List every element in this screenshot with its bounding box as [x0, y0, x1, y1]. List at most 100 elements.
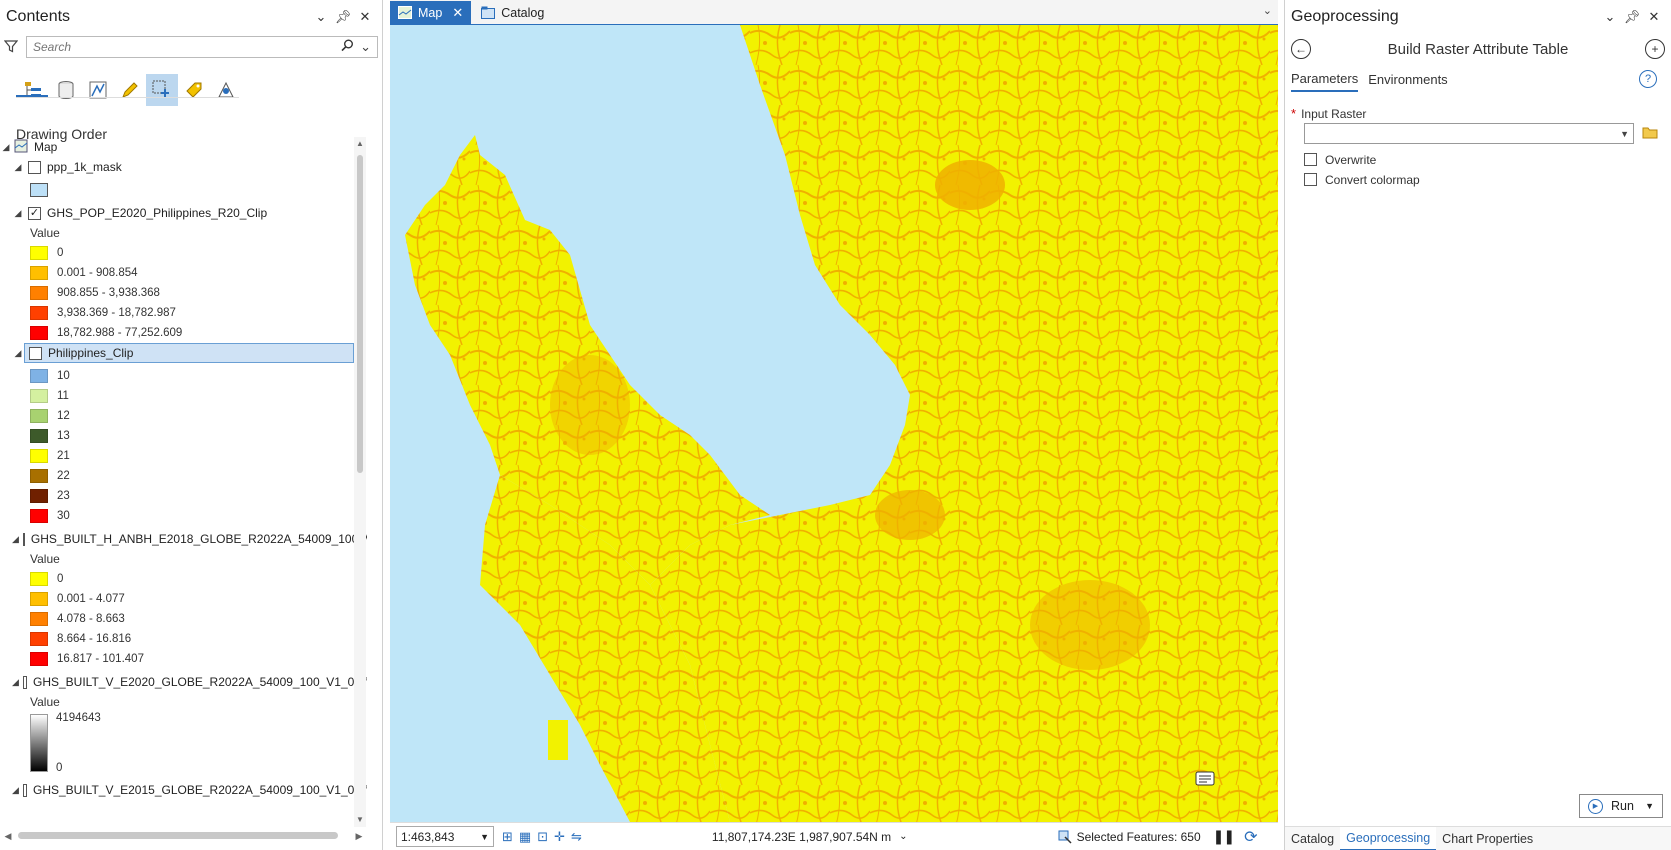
scroll-down-icon[interactable]: ▼: [354, 813, 366, 827]
back-arrow-icon[interactable]: ←: [1291, 39, 1311, 59]
chevron-down-icon: ▼: [480, 831, 489, 842]
list-by-editing-button[interactable]: [114, 74, 146, 106]
crosshair-icon[interactable]: ✛: [554, 829, 565, 845]
legend-swatch: [30, 509, 48, 523]
close-icon[interactable]: ✕: [354, 9, 376, 25]
list-by-selection-button[interactable]: [82, 74, 114, 106]
convert-colormap-checkbox[interactable]: [1304, 173, 1317, 186]
convert-colormap-option[interactable]: Convert colormap: [1285, 172, 1671, 187]
grid-icon[interactable]: ▦: [519, 829, 531, 845]
search-options-chevron-icon[interactable]: ⌄: [360, 39, 371, 55]
layer-visibility-checkbox[interactable]: [28, 160, 41, 174]
legend-swatch: [30, 409, 48, 423]
tab-catalog-pane[interactable]: Catalog: [1285, 827, 1340, 850]
layer-row[interactable]: ◢ GHS_BUILT_V_E2020_GLOBE_R2022A_54009_1…: [0, 672, 367, 692]
search-input[interactable]: [33, 40, 336, 54]
legend-label: 8.664 - 16.816: [57, 633, 132, 645]
pin-icon[interactable]: 📌︎: [1621, 9, 1643, 25]
pin-icon[interactable]: 📌︎: [332, 9, 354, 25]
list-by-perspective-imagery-button[interactable]: [210, 74, 242, 106]
selection-icon: [1058, 830, 1072, 844]
pause-drawing-icon[interactable]: ❚❚: [1213, 828, 1235, 845]
tab-parameters[interactable]: Parameters: [1291, 67, 1359, 92]
search-icon[interactable]: [341, 39, 354, 55]
collapse-triangle-icon[interactable]: ◢: [12, 677, 19, 688]
pane-options-icon[interactable]: ⌄: [1599, 9, 1621, 25]
tab-map[interactable]: Map ✕: [390, 1, 472, 24]
browse-folder-icon[interactable]: [1642, 126, 1658, 142]
run-button[interactable]: ▶ Run ▼: [1579, 794, 1663, 818]
legend-swatch: [30, 489, 48, 503]
input-raster-dropdown[interactable]: ▼: [1304, 123, 1634, 144]
scroll-thumb[interactable]: [357, 155, 363, 473]
list-by-labeling-button[interactable]: [178, 74, 210, 106]
map-canvas[interactable]: [390, 25, 1278, 822]
close-icon[interactable]: ✕: [1643, 9, 1665, 25]
run-label: Run: [1611, 799, 1634, 813]
navigator-icon[interactable]: ⊞: [502, 829, 513, 845]
tab-overflow-chevron-icon[interactable]: ⌄: [1263, 4, 1272, 17]
layer-row[interactable]: ◢ ✓ GHS_POP_E2020_Philippines_R20_Clip: [0, 203, 367, 223]
collapse-triangle-icon[interactable]: ◢: [12, 534, 19, 545]
collapse-triangle-icon[interactable]: ◢: [12, 162, 24, 173]
scroll-thumb[interactable]: [18, 832, 338, 839]
tool-tabs: Parameters Environments ?: [1285, 66, 1671, 92]
layer-visibility-checkbox[interactable]: [22, 675, 27, 689]
collapse-triangle-icon[interactable]: ◢: [12, 785, 19, 796]
input-raster-label: Input Raster: [1301, 106, 1367, 121]
flip-icon[interactable]: ⇋: [571, 829, 582, 845]
scroll-left-icon[interactable]: ◀: [0, 831, 16, 842]
pane-bottom-tabs: Catalog Geoprocessing Chart Properties: [1285, 826, 1671, 850]
layer-visibility-checkbox[interactable]: [29, 346, 42, 360]
contents-vertical-scrollbar[interactable]: ▲ ▼: [354, 137, 366, 827]
legend-swatch: [30, 449, 48, 463]
selected-features-indicator[interactable]: Selected Features: 650: [1058, 830, 1201, 844]
play-icon: ▶: [1588, 798, 1603, 814]
list-by-source-button[interactable]: [50, 74, 82, 106]
coordinate-format-chevron-icon[interactable]: ⌄: [899, 831, 907, 842]
map-tips-icon[interactable]: [1195, 771, 1215, 786]
refresh-icon[interactable]: ⟳: [1244, 827, 1257, 847]
tab-geoprocessing-pane[interactable]: Geoprocessing: [1340, 826, 1437, 850]
collapse-triangle-icon[interactable]: ◢: [12, 208, 24, 219]
urban-cluster: [935, 160, 1005, 210]
legend-item: 12: [0, 406, 367, 426]
tab-environments[interactable]: Environments: [1368, 68, 1447, 91]
pane-options-icon[interactable]: ⌄: [310, 9, 332, 25]
scroll-right-icon[interactable]: ▶: [351, 831, 367, 842]
add-icon[interactable]: +: [1645, 39, 1665, 59]
tab-chart-properties-pane[interactable]: Chart Properties: [1436, 827, 1539, 850]
layer-visibility-checkbox[interactable]: ✓: [28, 206, 41, 220]
collapse-triangle-icon[interactable]: ◢: [12, 348, 24, 359]
layer-row[interactable]: ◢ GHS_BUILT_H_ANBH_E2018_GLOBE_R2022A_54…: [0, 529, 367, 549]
layer-row[interactable]: ◢ GHS_BUILT_V_E2015_GLOBE_R2022A_54009_1…: [0, 780, 367, 800]
overwrite-option[interactable]: Overwrite: [1285, 152, 1671, 167]
legend-swatch: [30, 429, 48, 443]
list-by-drawing-order-button[interactable]: [18, 74, 50, 106]
snapping-icon[interactable]: ⊡: [537, 829, 548, 845]
help-icon[interactable]: ?: [1639, 70, 1657, 88]
legend-item: 30: [0, 506, 367, 526]
run-options-chevron-icon[interactable]: ▼: [1645, 801, 1654, 811]
layer-row[interactable]: ◢ ppp_1k_mask: [0, 157, 367, 177]
scale-selector[interactable]: 1:463,843 ▼: [396, 826, 494, 847]
map-label: Map: [34, 140, 58, 154]
map-node[interactable]: ◢ Map: [0, 137, 367, 157]
close-tab-icon[interactable]: ✕: [452, 5, 463, 21]
legend-label: 21: [57, 450, 70, 462]
layer-row-selected[interactable]: Philippines_Clip: [24, 343, 354, 363]
layer-name: GHS_POP_E2020_Philippines_R20_Clip: [47, 206, 268, 220]
layer-visibility-checkbox[interactable]: [22, 532, 25, 546]
scroll-up-icon[interactable]: ▲: [354, 137, 366, 151]
list-by-snapping-button[interactable]: [146, 74, 178, 106]
catalog-icon: [481, 6, 496, 19]
overwrite-checkbox[interactable]: [1304, 153, 1317, 166]
small-island: [548, 720, 568, 760]
filter-icon[interactable]: [3, 39, 26, 56]
tool-title: Build Raster Attribute Table: [1387, 40, 1569, 58]
input-raster-label-row: * Input Raster: [1285, 106, 1671, 121]
contents-horizontal-scrollbar[interactable]: ◀ ▶: [0, 827, 367, 845]
tab-catalog[interactable]: Catalog: [473, 1, 552, 24]
layer-visibility-checkbox[interactable]: [22, 783, 27, 797]
collapse-triangle-icon[interactable]: ◢: [0, 142, 12, 153]
